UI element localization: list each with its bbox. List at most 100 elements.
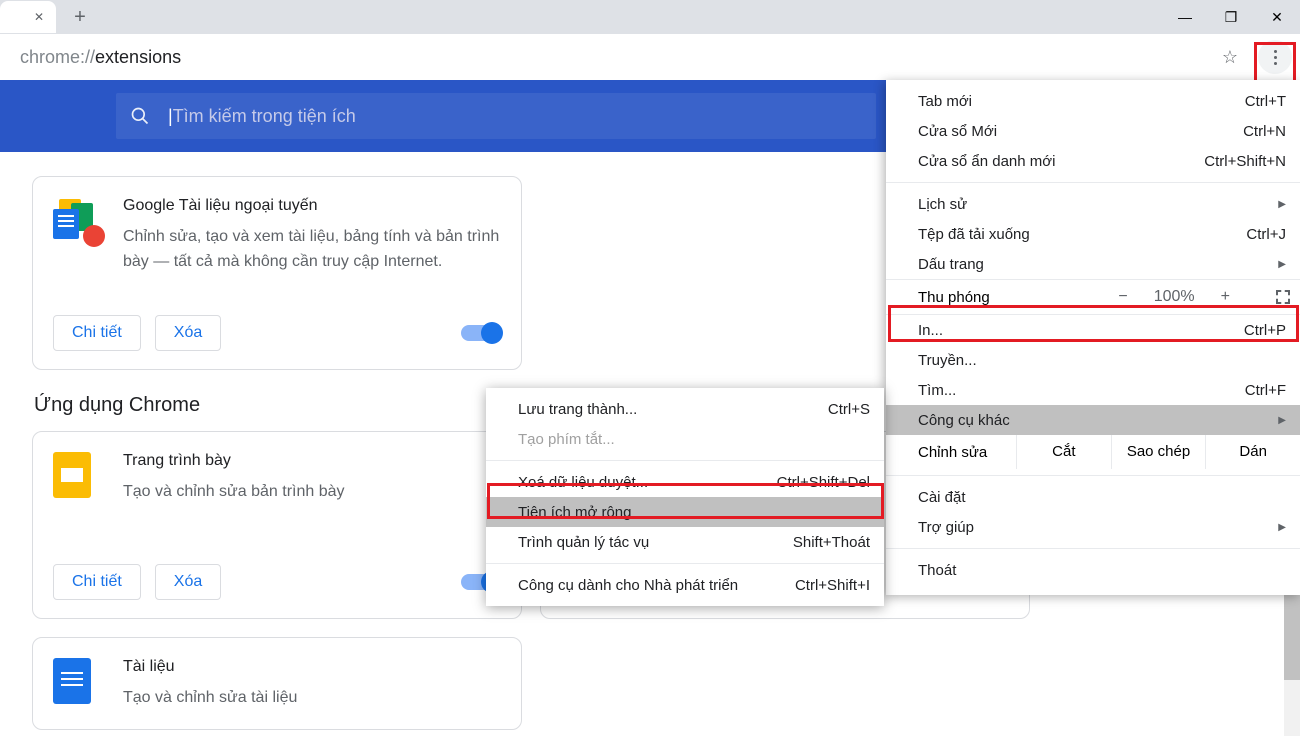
menu-label: Tab mới (918, 93, 972, 110)
menu-shortcut: Shift+Thoát (793, 534, 870, 551)
menu-shortcut: Ctrl+Shift+I (795, 577, 870, 594)
extension-card-slides: Trang trình bày Tạo và chỉnh sửa bản trì… (32, 431, 522, 620)
maximize-button[interactable]: ❐ (1208, 0, 1254, 34)
chrome-main-menu: Tab mới Ctrl+T Cửa sổ Mới Ctrl+N Cửa sổ ẩn… (886, 80, 1300, 595)
zoom-in-button[interactable]: + (1221, 288, 1230, 306)
menu-label: Công cụ dành cho Nhà phát triển (518, 577, 738, 594)
zoom-out-button[interactable]: − (1118, 288, 1127, 306)
menu-label: Cửa sổ Mới (918, 123, 997, 140)
menu-shortcut: Ctrl+S (828, 401, 870, 418)
details-button[interactable]: Chi tiết (53, 564, 141, 600)
menu-label: Tệp đã tải xuống (918, 226, 1030, 243)
chrome-menu-button[interactable] (1258, 40, 1292, 74)
menu-label: Tiện ích mở rộng (518, 504, 632, 521)
menu-shortcut: Ctrl+T (1245, 93, 1286, 110)
menu-incognito[interactable]: Cửa sổ ẩn danh mớiCtrl+Shift+N (886, 146, 1300, 176)
extensions-search[interactable]: | Tìm kiếm trong tiện ích (116, 93, 876, 139)
menu-copy[interactable]: Sao chép (1111, 435, 1206, 469)
chevron-right-icon: ▶ (1278, 522, 1286, 533)
menu-find[interactable]: Tìm... Ctrl+F (886, 375, 1300, 405)
menu-label: Trình quản lý tác vụ (518, 534, 649, 551)
bookmark-star-icon[interactable]: ☆ (1222, 47, 1238, 68)
menu-label: Thoát (918, 562, 956, 579)
extension-card-docs: Tài liệu Tạo và chỉnh sửa tài liệu (32, 637, 522, 730)
submenu-extensions[interactable]: Tiện ích mở rộng (486, 497, 884, 527)
menu-shortcut: Ctrl+Shift+Del (777, 474, 870, 491)
menu-edit-row: Chỉnh sửa Cắt Sao chép Dán (886, 435, 1300, 469)
submenu-save-page[interactable]: Lưu trang thành... Ctrl+S (486, 394, 884, 424)
menu-shortcut: Ctrl+F (1245, 382, 1286, 399)
menu-separator (886, 475, 1300, 476)
menu-label: Truyền... (918, 352, 977, 369)
menu-shortcut: Ctrl+N (1243, 123, 1286, 140)
menu-paste[interactable]: Dán (1205, 435, 1300, 469)
menu-exit[interactable]: Thoát (886, 555, 1300, 585)
chevron-right-icon: ▶ (1278, 415, 1286, 426)
extension-description: Tạo và chỉnh sửa tài liệu (123, 686, 297, 711)
menu-shortcut: Ctrl+J (1246, 226, 1286, 243)
enable-toggle[interactable] (461, 325, 501, 341)
fullscreen-icon[interactable] (1276, 290, 1290, 304)
details-button[interactable]: Chi tiết (53, 315, 141, 351)
menu-separator (486, 563, 884, 564)
docs-icon (53, 658, 101, 706)
menu-label: In... (918, 322, 943, 339)
search-icon (130, 106, 150, 126)
menu-shortcut: Ctrl+P (1244, 322, 1286, 339)
menu-label: Thu phóng (918, 289, 990, 306)
address-prefix: chrome:// (20, 47, 95, 68)
menu-separator (886, 548, 1300, 549)
menu-label: Chỉnh sửa (886, 444, 1016, 461)
menu-more-tools[interactable]: Công cụ khác ▶ (886, 405, 1300, 435)
submenu-clear-data[interactable]: Xoá dữ liệu duyệt... Ctrl+Shift+Del (486, 467, 884, 497)
address-bar-row: chrome://extensions ☆ (0, 34, 1300, 80)
close-tab-icon[interactable]: ✕ (32, 10, 46, 24)
menu-label: Dấu trang (918, 256, 984, 273)
menu-print[interactable]: In... Ctrl+P (886, 315, 1300, 345)
menu-label: Xoá dữ liệu duyệt... (518, 474, 648, 491)
remove-button[interactable]: Xóa (155, 315, 221, 351)
menu-cast[interactable]: Truyền... (886, 345, 1300, 375)
zoom-level: 100% (1154, 288, 1195, 306)
more-tools-submenu: Lưu trang thành... Ctrl+S Tạo phím tắt...… (486, 388, 884, 606)
new-tab-button[interactable]: + (66, 3, 94, 31)
address-bar[interactable]: chrome://extensions (6, 39, 1222, 75)
menu-shortcut: Ctrl+Shift+N (1204, 153, 1286, 170)
menu-help[interactable]: Trợ giúp▶ (886, 512, 1300, 542)
submenu-create-shortcut: Tạo phím tắt... (486, 424, 884, 454)
extension-title: Tài liệu (123, 658, 297, 676)
menu-settings[interactable]: Cài đặt (886, 482, 1300, 512)
menu-bookmarks[interactable]: Dấu trang ▶ (886, 249, 1300, 279)
menu-separator (886, 182, 1300, 183)
window-controls: — ❐ ✕ (1162, 0, 1300, 34)
address-path: extensions (95, 47, 181, 68)
menu-zoom: Thu phóng − 100% + (886, 279, 1300, 315)
submenu-task-manager[interactable]: Trình quản lý tác vụ Shift+Thoát (486, 527, 884, 557)
browser-tab[interactable]: ✕ (0, 1, 56, 33)
menu-new-window[interactable]: Cửa sổ Mới Ctrl+N (886, 116, 1300, 146)
menu-new-tab[interactable]: Tab mới Ctrl+T (886, 86, 1300, 116)
menu-label: Công cụ khác (918, 412, 1010, 429)
menu-label: Cài đặt (918, 489, 966, 506)
menu-downloads[interactable]: Tệp đã tải xuống Ctrl+J (886, 219, 1300, 249)
minimize-button[interactable]: — (1162, 0, 1208, 34)
chevron-right-icon: ▶ (1278, 199, 1286, 210)
menu-cut[interactable]: Cắt (1016, 435, 1111, 469)
extension-title: Trang trình bày (123, 452, 345, 470)
menu-separator (486, 460, 884, 461)
submenu-dev-tools[interactable]: Công cụ dành cho Nhà phát triển Ctrl+Shif… (486, 570, 884, 600)
docs-offline-icon (53, 197, 101, 245)
menu-label: Tạo phím tắt... (518, 431, 615, 448)
extension-card-google-docs-offline: Google Tài liệu ngoại tuyến Chỉnh sửa, t… (32, 176, 522, 370)
slides-icon (53, 452, 101, 500)
tab-strip: ✕ + — ❐ ✕ (0, 0, 1300, 34)
remove-button[interactable]: Xóa (155, 564, 221, 600)
chevron-right-icon: ▶ (1278, 259, 1286, 270)
search-placeholder: Tìm kiếm trong tiện ích (173, 106, 356, 127)
menu-label: Tìm... (918, 382, 956, 399)
menu-history[interactable]: Lịch sử ▶ (886, 189, 1300, 219)
extension-description: Tạo và chỉnh sửa bản trình bày (123, 480, 345, 505)
close-window-button[interactable]: ✕ (1254, 0, 1300, 34)
menu-label: Lưu trang thành... (518, 401, 637, 418)
menu-label: Lịch sử (918, 196, 967, 213)
